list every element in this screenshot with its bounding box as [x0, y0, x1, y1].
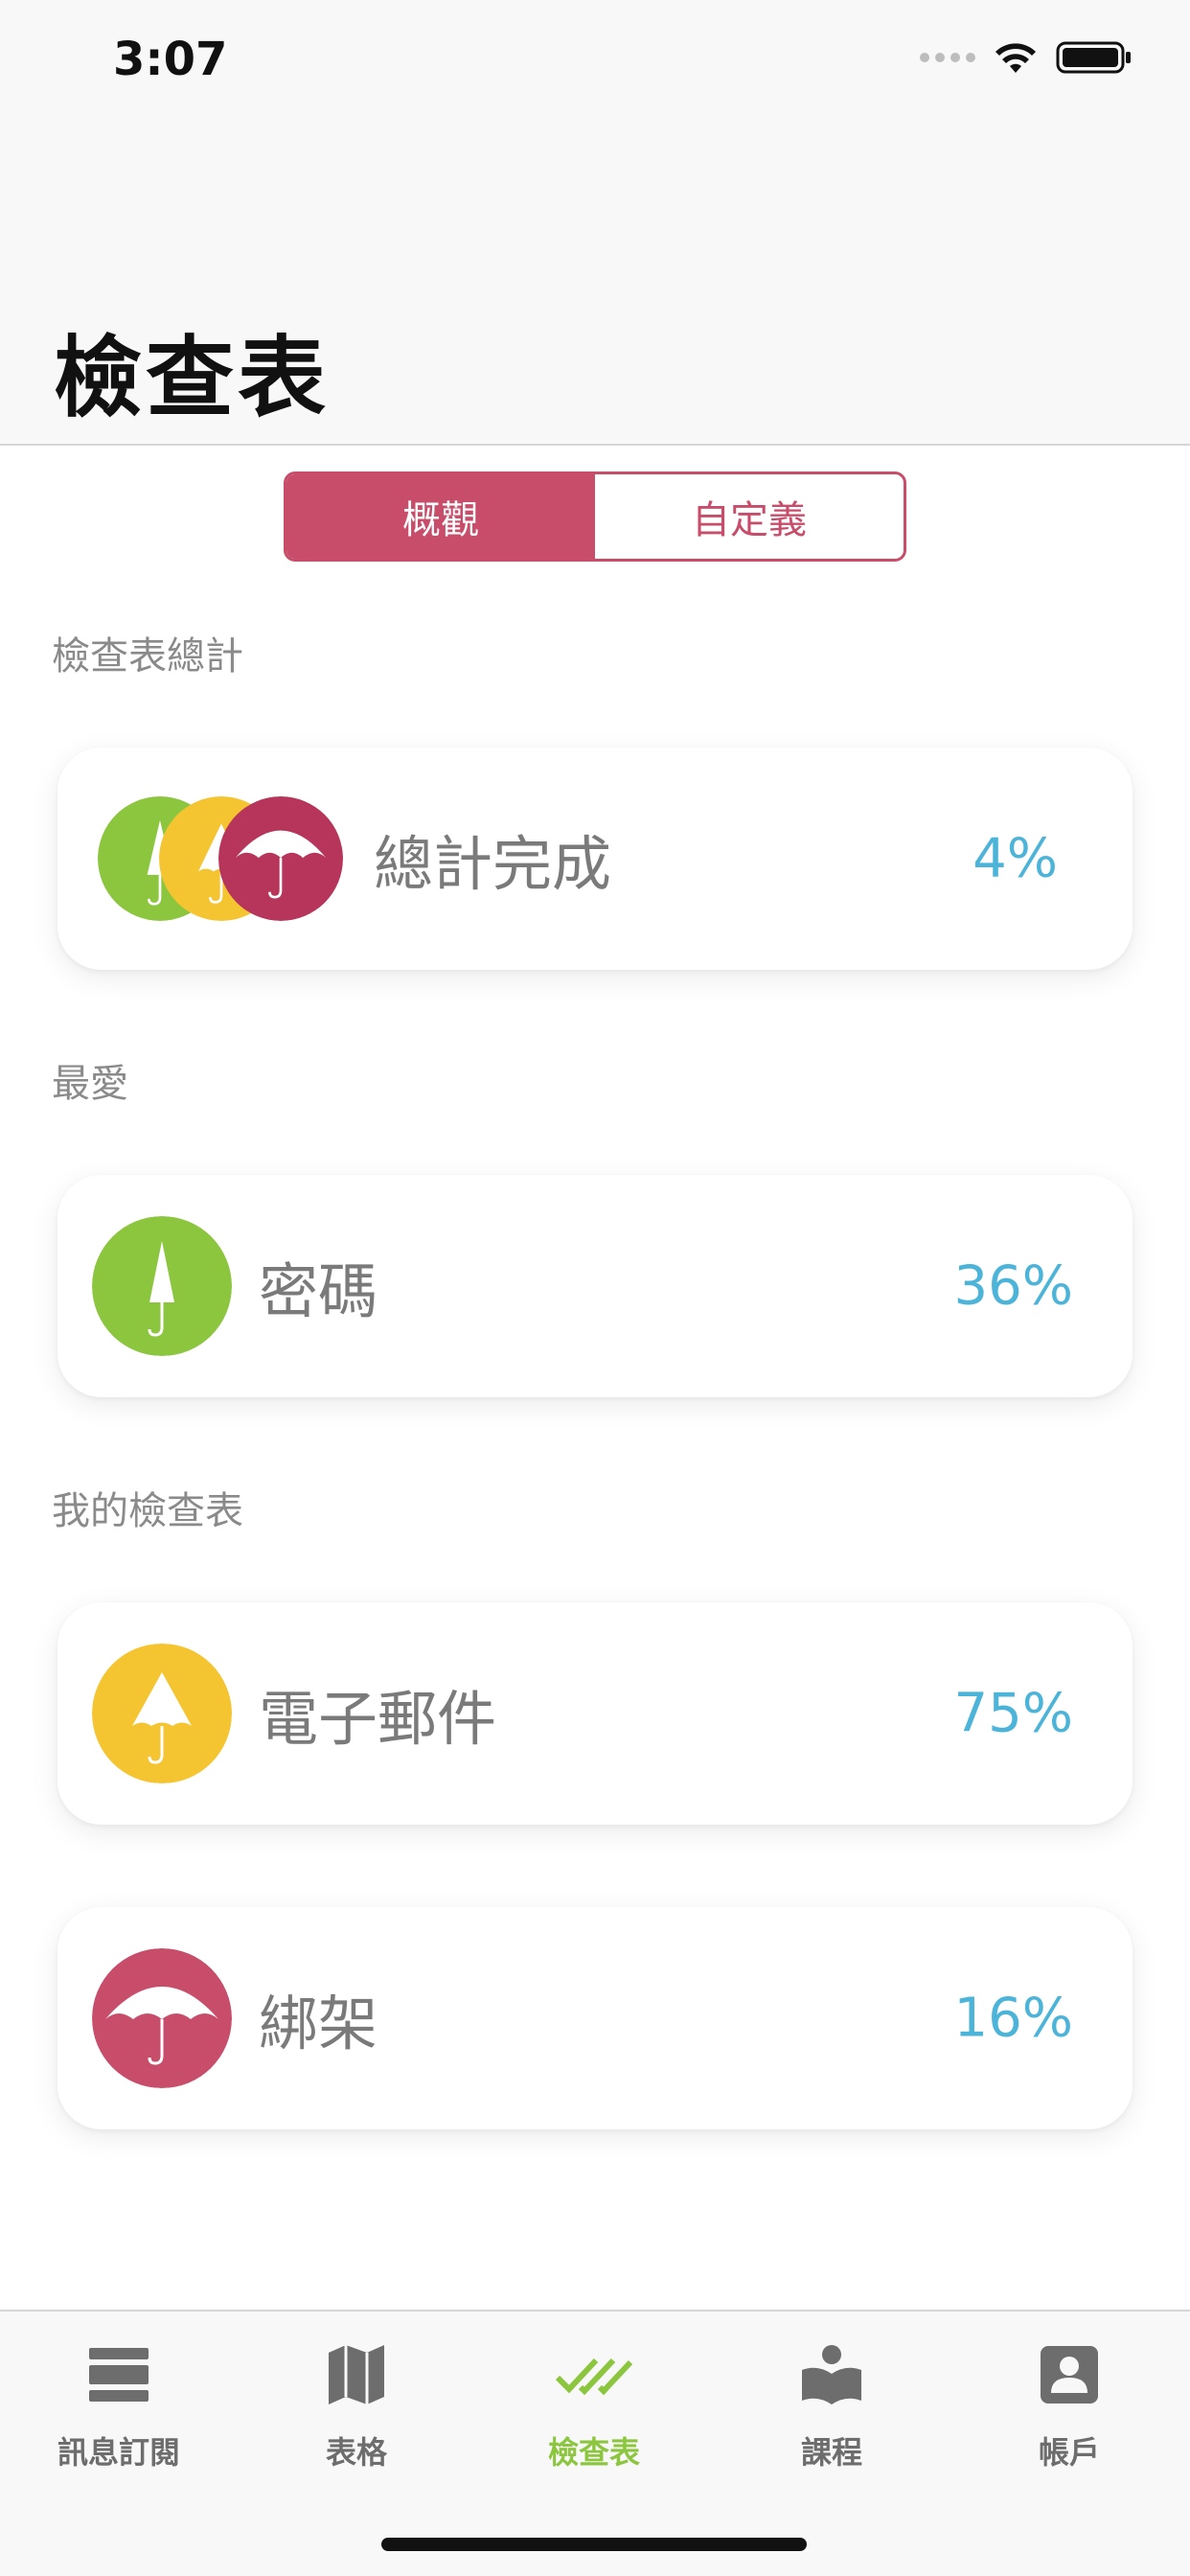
password-percent: 36% — [953, 1254, 1073, 1318]
checklist-card-email[interactable]: 電子郵件 75% — [57, 1602, 1133, 1825]
password-label: 密碼 — [259, 1256, 378, 1326]
tab-bar: 訊息訂閱 表格 檢查表 課程 帳戶 — [0, 2310, 1190, 2576]
double-check-icon — [556, 2336, 632, 2413]
tab-label-news: 訊息訂閱 — [57, 2434, 180, 2471]
status-time: 3:07 — [113, 33, 228, 86]
tab-label-account: 帳戶 — [1038, 2434, 1100, 2471]
tab-news[interactable]: 訊息訂閱 — [0, 2336, 238, 2472]
tab-checklist[interactable]: 檢查表 — [475, 2336, 713, 2472]
home-indicator[interactable] — [381, 2538, 807, 2551]
section-label-my-checklists: 我的檢查表 — [52, 1489, 243, 1533]
cellular-signal-icon — [920, 53, 975, 62]
tab-course[interactable]: 課程 — [713, 2336, 950, 2472]
email-umbrella-icon — [92, 1644, 232, 1783]
battery-icon — [1056, 41, 1131, 74]
section-label-favorites: 最愛 — [52, 1062, 128, 1106]
map-icon — [318, 2336, 395, 2413]
kidnapping-umbrella-icon — [92, 1948, 232, 2088]
checklist-card-kidnapping[interactable]: 綁架 16% — [57, 1907, 1133, 2129]
total-completion-label: 總計完成 — [374, 829, 612, 899]
tab-label-course: 課程 — [800, 2434, 862, 2471]
total-completion-percent: 4% — [973, 827, 1058, 890]
course-reader-icon — [793, 2336, 870, 2413]
kidnapping-percent: 16% — [953, 1987, 1073, 2050]
tab-map[interactable]: 表格 — [238, 2336, 475, 2472]
section-label-total: 檢查表總計 — [52, 634, 243, 678]
view-segmented-control[interactable]: 概觀 自定義 — [284, 472, 906, 562]
crimson-umbrella-icon — [218, 796, 343, 921]
email-percent: 75% — [953, 1682, 1073, 1745]
segment-custom[interactable]: 自定義 — [595, 474, 904, 559]
total-completion-card[interactable]: 總計完成 4% — [57, 748, 1133, 970]
segment-overview[interactable]: 概觀 — [286, 474, 595, 559]
tab-account[interactable]: 帳戶 — [950, 2336, 1188, 2472]
page-title: 檢查表 — [54, 327, 331, 429]
status-icons — [920, 40, 1133, 75]
account-icon — [1031, 2336, 1108, 2413]
email-label: 電子郵件 — [259, 1684, 497, 1754]
wifi-icon — [995, 43, 1036, 73]
header-area: 3:07 檢查表 — [0, 0, 1190, 446]
password-umbrella-icon — [92, 1216, 232, 1356]
news-icon — [80, 2336, 157, 2413]
favorite-card-password[interactable]: 密碼 36% — [57, 1175, 1133, 1397]
tab-label-checklist: 檢查表 — [547, 2434, 640, 2471]
tab-label-map: 表格 — [325, 2434, 387, 2471]
kidnapping-label: 綁架 — [259, 1989, 378, 2058]
